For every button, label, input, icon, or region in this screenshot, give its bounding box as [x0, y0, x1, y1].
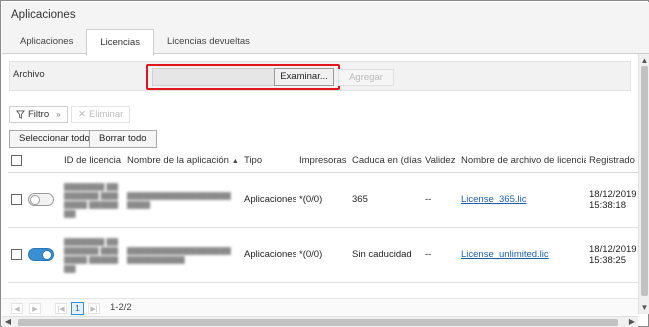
- chevron-down-icon: »: [56, 110, 61, 119]
- column-license-id[interactable]: ID de licencia: [61, 150, 124, 173]
- cell-printers: *(0/0): [296, 227, 349, 283]
- cell-expires: 365: [349, 172, 422, 228]
- column-validity[interactable]: Validez: [422, 150, 458, 173]
- scroll-down-icon[interactable]: ▼: [640, 303, 649, 312]
- scroll-right-icon[interactable]: ▶: [627, 317, 637, 327]
- registered-date: 18/12/2019: [589, 188, 637, 200]
- cell-expires: Sin caducidad: [349, 227, 422, 283]
- column-printers[interactable]: Impresoras: [296, 150, 349, 173]
- app-name-blurred: ▇▇▇▇▇▇▇▇▇▇▇▇▇▇▇▇▇▇ ▇▇▇▇: [127, 190, 231, 209]
- column-file-name[interactable]: Nombre de archivo de licencia: [458, 150, 586, 173]
- cell-registered: 18/12/2019 15:38:18: [586, 172, 638, 228]
- table-header: ID de licencia Nombre de la aplicación ▲ …: [8, 150, 638, 173]
- tab-bar: Aplicaciones Licencias Licencias devuelt…: [7, 29, 263, 56]
- add-button[interactable]: Agregar: [338, 69, 394, 86]
- tab-applications[interactable]: Aplicaciones: [7, 29, 86, 55]
- cell-printers: *(0/0): [296, 172, 349, 228]
- cell-type: Aplicaciones: [241, 227, 296, 283]
- horizontal-scrollbar[interactable]: ◀ ▶: [2, 316, 638, 327]
- delete-button[interactable]: ✕ Eliminar: [71, 106, 131, 123]
- page-number[interactable]: 1: [71, 302, 84, 315]
- cell-type: Aplicaciones: [241, 172, 296, 228]
- cell-validity: --: [422, 172, 458, 228]
- registered-date: 18/12/2019: [589, 243, 637, 255]
- registered-time: 15:38:18: [589, 199, 626, 211]
- funnel-icon: [16, 110, 25, 119]
- row-checkbox[interactable]: [11, 248, 22, 260]
- clear-all-button[interactable]: Borrar todo: [89, 130, 157, 148]
- app-window: Aplicaciones Aplicaciones Licencias Lice…: [0, 0, 649, 327]
- column-app-name[interactable]: Nombre de la aplicación ▲: [124, 150, 241, 173]
- enable-toggle[interactable]: [28, 248, 54, 261]
- prev-page-icon[interactable]: ◀: [11, 303, 23, 314]
- app-name-blurred: ▇▇▇▇▇▇▇▇▇▇▇▇▇▇▇▇▇▇ ▇▇▇▇▇▇▇▇▇▇: [127, 245, 231, 264]
- delete-label: Eliminar: [88, 109, 124, 120]
- header-checkbox-cell: [8, 150, 25, 173]
- column-app-name-label: Nombre de la aplicación: [127, 155, 229, 167]
- vertical-scrollbar[interactable]: ▲ ▼: [638, 54, 649, 314]
- enable-toggle[interactable]: [28, 193, 54, 206]
- header: Aplicaciones Aplicaciones Licencias Lice…: [2, 2, 649, 56]
- close-icon: ✕: [78, 109, 86, 120]
- scroll-up-icon[interactable]: ▲: [640, 56, 649, 65]
- select-all-checkbox[interactable]: [11, 155, 22, 167]
- main-content: Archivo Examinar... Agregar Filtro » ✕ E…: [2, 54, 638, 298]
- tab-returned-licenses[interactable]: Licencias devueltas: [154, 29, 263, 55]
- table-row[interactable]: ▇▇▇▇▇▇▇ ▇▇▇▇▇▇▇▇ ▇▇▇▇▇▇▇ ▇▇▇▇▇▇▇ ▇▇▇▇▇▇▇…: [8, 172, 638, 228]
- tab-licenses[interactable]: Licencias: [86, 29, 154, 56]
- browse-button[interactable]: Examinar...: [274, 68, 334, 86]
- vertical-scroll-thumb[interactable]: [641, 66, 648, 296]
- license-table: ID de licencia Nombre de la aplicación ▲ …: [8, 150, 638, 283]
- page-info: 1-2/2: [110, 302, 132, 313]
- next-page-icon[interactable]: ▶: [29, 303, 41, 314]
- scroll-left-icon[interactable]: ◀: [3, 317, 13, 327]
- column-registered[interactable]: Registrado e: [586, 150, 638, 173]
- license-id-blurred: ▇▇▇▇▇▇▇ ▇▇▇▇▇▇▇▇ ▇▇▇▇▇▇▇ ▇▇▇▇▇▇▇: [64, 236, 118, 273]
- row-checkbox[interactable]: [11, 193, 22, 205]
- first-page-icon[interactable]: |◀: [55, 303, 67, 314]
- cell-validity: --: [422, 227, 458, 283]
- cell-registered: 18/12/2019 15:38:25: [586, 227, 638, 283]
- table-row[interactable]: ▇▇▇▇▇▇▇ ▇▇▇▇▇▇▇▇ ▇▇▇▇▇▇▇ ▇▇▇▇▇▇▇ ▇▇▇▇▇▇▇…: [8, 227, 638, 283]
- sort-asc-icon: ▲: [231, 158, 239, 166]
- page-title: Aplicaciones: [11, 9, 76, 21]
- license-file-link[interactable]: License_unlimited.lic: [461, 249, 549, 260]
- column-expires[interactable]: Caduca en (días): [349, 150, 422, 173]
- pagination: ◀ ▶ |◀ 1 ▶| 1-2/2: [2, 298, 638, 316]
- last-page-icon[interactable]: ▶|: [88, 303, 100, 314]
- horizontal-scroll-thumb[interactable]: [18, 319, 618, 326]
- filter-button[interactable]: Filtro »: [9, 106, 68, 123]
- license-file-link[interactable]: License_365.lic: [461, 194, 527, 205]
- column-type[interactable]: Tipo: [241, 150, 296, 173]
- file-path-input[interactable]: [152, 68, 276, 86]
- file-label: Archivo: [13, 69, 45, 80]
- select-all-button[interactable]: Seleccionar todo: [9, 130, 100, 148]
- registered-time: 15:38:25: [589, 254, 626, 266]
- license-id-blurred: ▇▇▇▇▇▇▇ ▇▇▇▇▇▇▇▇ ▇▇▇▇▇▇▇ ▇▇▇▇▇▇▇: [64, 181, 118, 218]
- file-upload-panel: Archivo Examinar... Agregar: [9, 61, 631, 91]
- filter-label: Filtro: [28, 109, 50, 120]
- header-toggle-cell: [25, 150, 61, 173]
